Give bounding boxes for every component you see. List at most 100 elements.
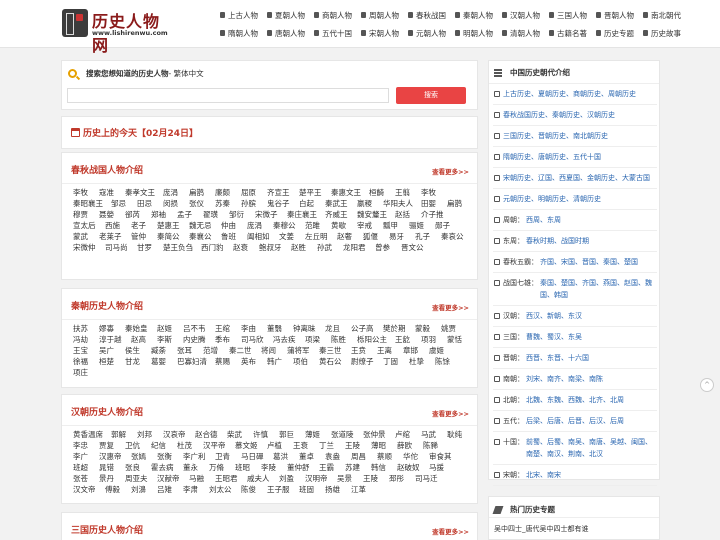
person-link[interactable]: 王绾	[215, 323, 241, 334]
person-link[interactable]: 赵衰	[233, 242, 259, 253]
nav-item[interactable]: 周朝人物	[361, 10, 399, 21]
person-link[interactable]: 晋文公	[401, 242, 433, 253]
person-link[interactable]: 李牧	[73, 187, 99, 198]
sidebar-item[interactable]: 北朝： 北魏、东魏、西魏、北齐、北周	[493, 390, 657, 411]
person-link[interactable]: 闵损	[163, 198, 189, 209]
person-link[interactable]: 邹衍	[229, 209, 255, 220]
person-link[interactable]: 秦哀公	[441, 231, 473, 242]
person-link[interactable]: 王陵	[363, 473, 389, 484]
person-link[interactable]: 仲由	[221, 220, 247, 231]
person-link[interactable]: 曾参	[375, 242, 401, 253]
person-link[interactable]: 龙且	[325, 323, 351, 334]
person-link[interactable]: 楚惠王	[157, 220, 189, 231]
person-link[interactable]: 冯劫	[73, 334, 99, 345]
person-link[interactable]: 孙武	[317, 242, 343, 253]
person-link[interactable]: 黄歇	[331, 220, 357, 231]
person-link[interactable]: 白起	[299, 198, 325, 209]
person-link[interactable]: 班昭	[235, 462, 261, 473]
person-link[interactable]: 柴武	[227, 429, 253, 440]
person-link[interactable]: 李广	[73, 451, 99, 462]
person-link[interactable]: 桓齮	[369, 187, 395, 198]
person-link[interactable]: 王子服	[267, 484, 299, 495]
sidebar-item[interactable]: 周朝： 西周、东周	[493, 210, 657, 231]
person-link[interactable]: 穆贾	[73, 209, 99, 220]
nav-item[interactable]: 明朝人物	[455, 28, 493, 39]
person-link[interactable]: 江革	[351, 484, 377, 495]
person-link[interactable]: 宣太后	[73, 220, 105, 231]
search-button[interactable]: 搜索	[396, 87, 466, 104]
person-link[interactable]: 班超	[73, 462, 99, 473]
person-link[interactable]: 公子高	[351, 323, 383, 334]
view-more-link[interactable]: 查看更多>>	[432, 408, 469, 418]
sidebar-item[interactable]: 五代： 后梁、后唐、后晋、后汉、后周	[493, 411, 657, 432]
person-link[interactable]: 丁兰	[319, 440, 345, 451]
person-link[interactable]: 蒙武	[73, 231, 99, 242]
sidebar-item[interactable]: 春秋战国历史、秦朝历史、汉朝历史	[493, 105, 657, 126]
person-link[interactable]: 齐宣王	[267, 187, 299, 198]
nav-item[interactable]: 宋朝人物	[361, 28, 399, 39]
person-link[interactable]: 宋微子	[255, 209, 287, 220]
person-link[interactable]: 苏建	[345, 462, 371, 473]
person-link[interactable]: 蔡赐	[215, 356, 241, 367]
nav-item[interactable]: 古籍名著	[549, 28, 587, 39]
person-link[interactable]: 鲍叔牙	[259, 242, 291, 253]
person-link[interactable]: 景丹	[99, 473, 125, 484]
person-link[interactable]: 丁固	[383, 356, 409, 367]
person-link[interactable]: 李广利	[183, 451, 215, 462]
person-link[interactable]: 李牧	[421, 187, 447, 198]
person-link[interactable]: 范雎	[305, 220, 331, 231]
person-link[interactable]: 秦襄公	[189, 231, 221, 242]
person-link[interactable]: 扁鹊	[447, 198, 473, 209]
person-link[interactable]: 季布	[215, 334, 241, 345]
person-link[interactable]: 蒙毅	[415, 323, 441, 334]
person-link[interactable]: 郭巨	[279, 429, 305, 440]
person-link[interactable]: 张耳	[177, 345, 203, 356]
person-link[interactable]: 赵姬	[157, 323, 183, 334]
person-link[interactable]: 李由	[241, 323, 267, 334]
person-link[interactable]: 龙阳君	[343, 242, 375, 253]
person-link[interactable]: 卢绾	[395, 429, 421, 440]
hot-topic-link[interactable]: 吴中四士_唐代吴中四士都有谁	[494, 524, 589, 534]
nav-item[interactable]: 历史专题	[596, 28, 634, 39]
person-link[interactable]: 范增	[203, 345, 229, 356]
person-link[interactable]: 薄姬	[305, 429, 331, 440]
person-link[interactable]: 耿纯	[447, 429, 473, 440]
person-link[interactable]: 汉惠帝	[99, 451, 131, 462]
person-link[interactable]: 项羽	[421, 334, 447, 345]
person-link[interactable]: 王龁	[395, 334, 421, 345]
person-link[interactable]: 孙膑	[241, 198, 267, 209]
person-link[interactable]: 田忌	[137, 198, 163, 209]
person-link[interactable]: 陈胜	[331, 334, 357, 345]
nav-item[interactable]: 五代十国	[314, 28, 352, 39]
person-link[interactable]: 张良	[125, 462, 151, 473]
person-link[interactable]: 马援	[429, 462, 455, 473]
person-link[interactable]: 李斯	[157, 334, 183, 345]
person-link[interactable]: 赵合德	[195, 429, 227, 440]
site-logo[interactable]: 历史人物网 www.lishirenwu.com	[62, 8, 172, 55]
nav-item[interactable]: 秦朝人物	[455, 10, 493, 21]
person-link[interactable]: 老莱子	[99, 231, 131, 242]
person-link[interactable]: 董翳	[267, 323, 293, 334]
nav-item[interactable]: 隋朝人物	[220, 28, 258, 39]
person-link[interactable]: 宋微仲	[73, 242, 105, 253]
sidebar-item[interactable]: 十国： 前蜀、后蜀、南吴、南唐、吴越、闽国、南楚、南汉、荆南、北汉	[493, 432, 657, 465]
person-link[interactable]: 万脩	[209, 462, 235, 473]
person-link[interactable]: 刘太公	[209, 484, 241, 495]
person-link[interactable]: 戚夫人	[247, 473, 279, 484]
sidebar-item[interactable]: 宋朝： 北宋、南宋	[493, 465, 657, 486]
nav-item[interactable]: 元朝人物	[408, 28, 446, 39]
person-link[interactable]: 扁鹊	[189, 187, 215, 198]
sidebar-item[interactable]: 春秋五霸： 齐国、宋国、晋国、秦国、楚国	[493, 252, 657, 273]
person-link[interactable]: 郧子	[435, 220, 461, 231]
person-link[interactable]: 刘濞	[131, 484, 157, 495]
person-link[interactable]: 马融	[189, 473, 215, 484]
person-link[interactable]: 王霸	[319, 462, 345, 473]
person-link[interactable]: 姚贾	[441, 323, 467, 334]
person-link[interactable]: 甘罗	[137, 242, 163, 253]
person-link[interactable]: 嬴稷	[357, 198, 383, 209]
person-link[interactable]: 张仪	[189, 198, 215, 209]
person-link[interactable]: 秦三世	[319, 345, 351, 356]
sidebar-item[interactable]: 元朝历史、明朝历史、清朝历史	[493, 189, 657, 210]
person-link[interactable]: 屈原	[241, 187, 267, 198]
person-link[interactable]: 陈俊	[241, 484, 267, 495]
